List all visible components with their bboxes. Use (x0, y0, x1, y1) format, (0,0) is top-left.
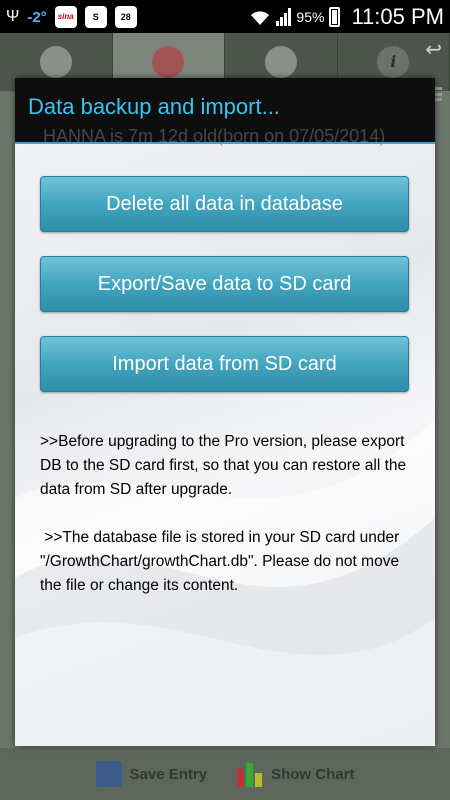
show-chart-label: Show Chart (271, 765, 355, 783)
floppy-disk-icon (95, 761, 122, 787)
import-data-button[interactable]: Import data from SD card (40, 336, 409, 392)
delete-all-data-button[interactable]: Delete all data in database (40, 176, 409, 232)
back-icon[interactable]: ↩ (425, 37, 442, 62)
save-entry-label: Save Entry (129, 765, 208, 783)
shazam-icon: S (84, 6, 107, 28)
upgrade-note: >>Before upgrading to the Pro version, p… (40, 433, 407, 498)
clock: 11:05 PM (351, 4, 444, 29)
dialog-header: HANNA is 7m 12d old(born on 07/05/2014) … (15, 78, 435, 146)
signal-icon (276, 8, 292, 26)
bar-chart-icon (237, 761, 263, 787)
info-tab-icon: i (377, 46, 410, 78)
battery-percent: 95% (296, 9, 325, 25)
baby-girl-tab-icon (152, 46, 185, 78)
status-bar: Ψ -2° sina S 28 95% 11:05 PM (0, 0, 450, 33)
show-chart-button[interactable]: Show Chart (237, 761, 354, 787)
backup-dialog: HANNA is 7m 12d old(born on 07/05/2014) … (15, 78, 435, 746)
add-entry-tab-icon (264, 46, 297, 78)
status-bar-right: 95% 11:05 PM (249, 3, 444, 31)
calendar-icon: 28 (114, 6, 137, 28)
battery-icon (329, 7, 341, 27)
bottom-bar: Save Entry Show Chart (0, 748, 450, 800)
database-location-note: >>The database file is stored in your SD… (40, 529, 404, 594)
status-bar-left: Ψ -2° sina S 28 (6, 4, 137, 30)
background-header-text: HANNA is 7m 12d old(born on 07/05/2014) (43, 126, 386, 146)
sina-icon: sina (54, 6, 77, 28)
save-entry-button[interactable]: Save Entry (95, 761, 208, 787)
wifi-icon (251, 11, 270, 25)
child-tab-icon (39, 46, 72, 78)
export-data-button[interactable]: Export/Save data to SD card (40, 256, 409, 312)
temperature-text: -2° (27, 8, 47, 26)
usb-icon: Ψ (6, 8, 20, 25)
dialog-title: Data backup and import... (28, 94, 280, 119)
